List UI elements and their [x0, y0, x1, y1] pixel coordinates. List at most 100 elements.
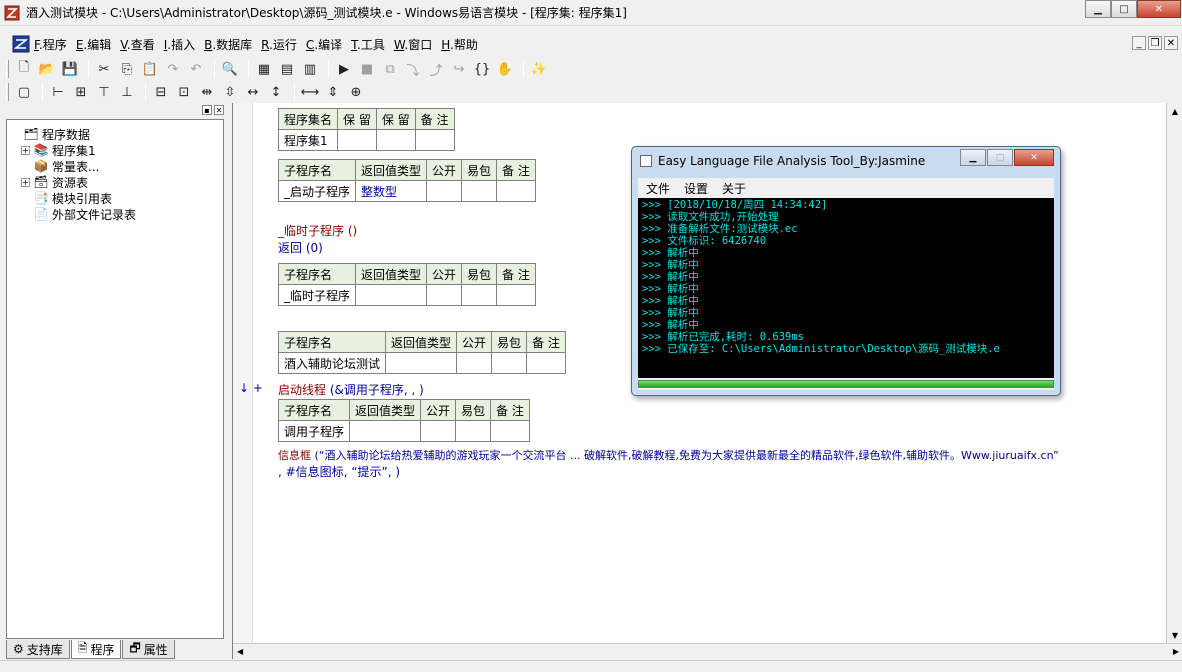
same-size-icon[interactable]: ⊕ — [346, 82, 366, 102]
mdi-restore-button[interactable]: ❐ — [1148, 36, 1162, 50]
tree-item[interactable]: + 🗃 资源表 — [11, 174, 219, 190]
align-top-icon[interactable]: ⊤ — [94, 82, 114, 102]
vspace-icon[interactable]: ⇳ — [220, 82, 240, 102]
table-cell[interactable]: _临时子程序 — [277, 284, 357, 306]
save-icon[interactable]: 💾 — [60, 59, 80, 79]
table-cell[interactable] — [385, 352, 458, 374]
code-line[interactable]: 启动线程 (&调用子程序, , ) — [278, 381, 424, 398]
menu-item-t[interactable]: T.工具 — [351, 36, 385, 53]
align-center-icon[interactable]: ⊞ — [71, 82, 91, 102]
table-cell[interactable] — [490, 420, 530, 442]
menu-item-w[interactable]: W.窗口 — [394, 36, 432, 53]
panel-tab[interactable]: 🗎 程序 — [70, 640, 122, 659]
tool-menu-settings[interactable]: 设置 — [684, 180, 708, 197]
table-cell[interactable] — [496, 284, 536, 306]
menu-item-v[interactable]: V.查看 — [120, 36, 155, 53]
wizard-icon[interactable]: ✨ — [529, 59, 549, 79]
tool-menu-about[interactable]: 关于 — [722, 180, 746, 197]
minimize-button[interactable]: ▁ — [1085, 0, 1111, 18]
horizontal-scrollbar[interactable]: ◀ ▶ — [233, 643, 1182, 659]
new-file-icon[interactable]: 🗋 — [14, 59, 34, 79]
tree-item[interactable]: 📦 常量表... — [11, 158, 219, 174]
code-line[interactable]: _临时子程序 () — [278, 222, 357, 239]
hcenter-icon[interactable]: ⊟ — [151, 82, 171, 102]
table-cell[interactable] — [461, 180, 498, 202]
undo-icon[interactable]: ↶ — [186, 59, 206, 79]
table-cell[interactable] — [496, 180, 536, 202]
table-cell[interactable] — [420, 420, 457, 442]
same-height-icon[interactable]: ⇕ — [323, 82, 343, 102]
menu-item-c[interactable]: C.编译 — [306, 36, 342, 53]
run-icon[interactable]: ▶ — [334, 59, 354, 79]
same-width-icon[interactable]: ⟷ — [300, 82, 320, 102]
layout-2-icon[interactable]: ▤ — [277, 59, 297, 79]
vdist-icon[interactable]: ↕ — [266, 82, 286, 102]
table-cell[interactable]: 程序集1 — [277, 129, 339, 151]
menu-item-e[interactable]: E.编辑 — [76, 36, 111, 53]
tree-item[interactable]: 📄 外部文件记录表 — [11, 206, 219, 222]
collapse-marker[interactable]: ↓ + — [239, 381, 263, 395]
table-cell[interactable] — [456, 352, 493, 374]
table-cell[interactable] — [491, 352, 528, 374]
find-icon[interactable]: 🔍 — [220, 59, 240, 79]
step-3-icon[interactable]: ⤴ — [426, 59, 446, 79]
table-cell[interactable] — [355, 284, 428, 306]
code-line[interactable]: 返回 (0) — [278, 239, 323, 256]
panel-close-icon[interactable]: ✕ — [214, 105, 224, 115]
maximize-button[interactable]: □ — [1111, 0, 1137, 18]
tool-menu-file[interactable]: 文件 — [646, 180, 670, 197]
table-cell[interactable]: 酒入辅助论坛测试 — [277, 352, 387, 374]
expand-icon[interactable]: + — [21, 177, 30, 187]
hand-icon[interactable]: ✋ — [495, 59, 515, 79]
expand-icon[interactable]: + — [21, 145, 30, 155]
table-cell[interactable] — [349, 420, 422, 442]
close-button[interactable]: ✕ — [1137, 0, 1181, 18]
vcenter-icon[interactable]: ⊡ — [174, 82, 194, 102]
table-cell[interactable] — [455, 420, 492, 442]
open-folder-icon[interactable]: 📂 — [37, 59, 57, 79]
redo-icon[interactable]: ↷ — [163, 59, 183, 79]
toolbar-grip[interactable] — [6, 83, 9, 101]
table-cell[interactable] — [414, 129, 455, 151]
tree-item[interactable]: + 📚 程序集1 — [11, 142, 219, 158]
paste-icon[interactable]: 📋 — [140, 59, 160, 79]
tool-close-button[interactable]: ✕ — [1014, 149, 1054, 166]
tool-maximize-button[interactable]: □ — [987, 149, 1013, 166]
layout-3-icon[interactable]: ▥ — [300, 59, 320, 79]
scroll-right-icon[interactable]: ▶ — [1173, 647, 1179, 656]
menu-item-f[interactable]: F.程序 — [34, 36, 67, 53]
align-1-icon[interactable]: ▢ — [14, 82, 34, 102]
table-cell[interactable] — [337, 129, 377, 151]
menu-item-h[interactable]: H.帮助 — [441, 36, 478, 53]
align-bottom-icon[interactable]: ⊥ — [117, 82, 137, 102]
braces-icon[interactable]: {} — [472, 59, 492, 79]
table-cell[interactable] — [426, 284, 463, 306]
align-left-icon[interactable]: ⊢ — [48, 82, 68, 102]
scroll-down-icon[interactable]: ▼ — [1167, 627, 1182, 643]
layout-1-icon[interactable]: ▦ — [254, 59, 274, 79]
vertical-scrollbar[interactable]: ▲ ▼ — [1166, 103, 1182, 643]
scroll-left-icon[interactable]: ◀ — [237, 647, 243, 656]
table-cell[interactable]: _启动子程序 — [277, 180, 357, 202]
menu-item-r[interactable]: R.运行 — [261, 36, 297, 53]
menu-item-i[interactable]: I.插入 — [164, 36, 195, 53]
copy-icon[interactable]: ⎘ — [117, 59, 137, 79]
panel-pin-icon[interactable]: ▪ — [202, 105, 212, 115]
cut-icon[interactable]: ✂ — [94, 59, 114, 79]
menu-item-b[interactable]: B.数据库 — [204, 36, 252, 53]
panel-tab[interactable]: ⚙ 支持库 — [6, 640, 70, 659]
code-line[interactable]: 信息框 (“酒入辅助论坛给热爱辅助的游戏玩家一个交流平台 ... 破解软件,破解… — [278, 447, 1059, 463]
table-cell[interactable]: 调用子程序 — [277, 420, 351, 442]
table-cell[interactable] — [375, 129, 416, 151]
panel-tab[interactable]: 🗗 属性 — [122, 640, 175, 659]
hdist-icon[interactable]: ↔ — [243, 82, 263, 102]
table-cell[interactable] — [461, 284, 498, 306]
mdi-minimize-button[interactable]: _ — [1132, 36, 1146, 50]
tree-item[interactable]: 📑 模块引用表 — [11, 190, 219, 206]
hspace-icon[interactable]: ⇹ — [197, 82, 217, 102]
tree-item[interactable]: 🗂 程序数据 — [11, 126, 219, 142]
step-4-icon[interactable]: ↪ — [449, 59, 469, 79]
table-cell[interactable] — [426, 180, 463, 202]
table-cell[interactable]: 整数型 — [355, 180, 428, 202]
scroll-up-icon[interactable]: ▲ — [1167, 103, 1182, 119]
